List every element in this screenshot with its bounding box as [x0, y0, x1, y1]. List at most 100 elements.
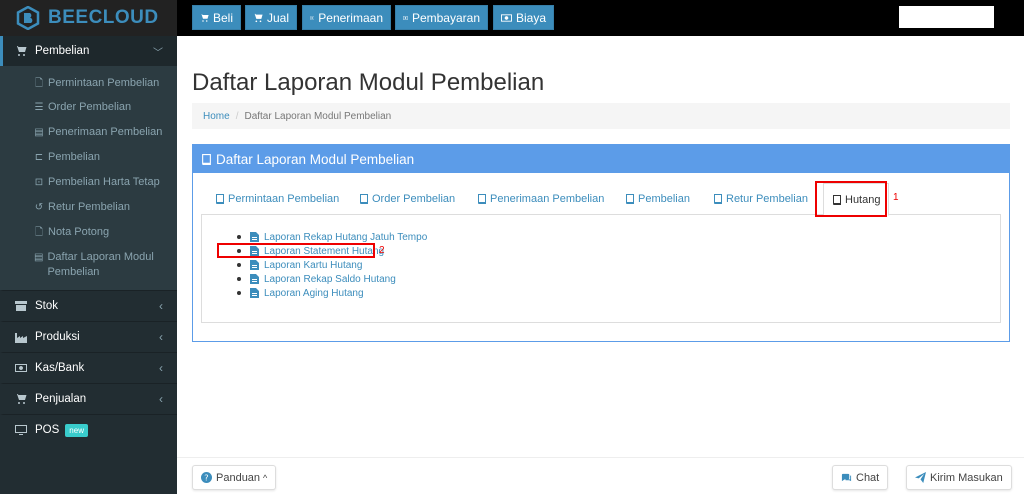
report-link-rekap-saldo[interactable]: Laporan Rekap Saldo Hutang — [237, 272, 427, 286]
list-icon: ☰ — [34, 102, 44, 113]
sidebar: Pembelian ﹀ 🗋 Permintaan Pembelian ☰ Order… — [0, 36, 177, 494]
report-link-kartu-hutang[interactable]: Laporan Kartu Hutang — [237, 258, 427, 272]
sidebar-item-stok[interactable]: Stok ‹ — [0, 290, 177, 321]
document-icon — [250, 288, 259, 298]
cart-icon — [15, 46, 27, 56]
industry-icon — [15, 333, 27, 343]
tab-pembelian[interactable]: Pembelian — [625, 193, 690, 205]
new-badge: new — [65, 423, 88, 437]
chevron-left-icon: ‹ — [159, 330, 163, 344]
money-icon — [403, 15, 408, 20]
sidebar-subitem-label: Penerimaan Pembelian — [48, 126, 163, 138]
chevron-left-icon: ‹ — [159, 299, 163, 313]
sidebar-item-kasbank[interactable]: Kas/Bank ‹ — [0, 352, 177, 383]
sidebar-subitem-pembelian[interactable]: ⊏ Pembelian — [0, 142, 177, 167]
report-link-rekap-jatuh-tempo[interactable]: Laporan Rekap Hutang Jatuh Tempo — [237, 230, 427, 244]
sidebar-item-pembelian[interactable]: Pembelian ﹀ — [0, 36, 177, 66]
car-icon: ⊡ — [34, 177, 44, 188]
sidebar-item-label: Stok — [35, 300, 59, 312]
sidebar-item-label: Penjualan — [35, 393, 87, 405]
chevron-left-icon: ‹ — [159, 361, 163, 375]
sidebar-item-produksi[interactable]: Produksi ‹ — [0, 321, 177, 352]
breadcrumb: Home / Daftar Laporan Modul Pembelian — [192, 103, 1010, 129]
tab-penerimaan-pembelian[interactable]: Penerimaan Pembelian — [477, 193, 604, 205]
money-icon — [15, 364, 27, 372]
panduan-button[interactable]: ? Panduan ^ — [192, 465, 277, 490]
cart-icon — [200, 13, 209, 22]
report-link-aging-hutang[interactable]: Laporan Aging Hutang — [237, 286, 427, 300]
tab-content-hutang: Laporan Rekap Hutang Jatuh Tempo Laporan… — [201, 215, 1001, 323]
breadcrumb-separator: / — [235, 110, 239, 122]
panduan-label: Panduan — [216, 471, 261, 484]
user-box[interactable] — [899, 6, 994, 28]
sidebar-subitem-label: Order Pembelian — [48, 101, 132, 113]
bullet — [237, 291, 241, 295]
highlight-box-statement — [217, 243, 375, 258]
document-icon — [250, 260, 259, 270]
chat-button[interactable]: Chat — [832, 465, 889, 490]
report-link-label: Laporan Kartu Hutang — [264, 259, 363, 271]
tab-label: Pembelian — [638, 193, 690, 205]
nav-biaya-label: Biaya — [515, 10, 546, 25]
nav-beli-button[interactable]: Beli — [192, 5, 241, 30]
sidebar-subitem-label: Daftar Laporan Modul Pembelian — [47, 251, 154, 278]
chevron-left-icon: ‹ — [159, 392, 163, 406]
sidebar-item-label: Kas/Bank — [35, 362, 85, 374]
annotation-number-1: 1 — [893, 192, 899, 203]
nav-penerimaan-label: Penerimaan — [318, 10, 383, 25]
file-icon: 🗋 — [34, 227, 44, 238]
sidebar-subitem-permintaan[interactable]: 🗋 Permintaan Pembelian — [0, 66, 177, 97]
nav-penerimaan-button[interactable]: Penerimaan — [302, 5, 391, 30]
report-list: Laporan Rekap Hutang Jatuh Tempo Laporan… — [237, 230, 427, 300]
bullet — [237, 277, 241, 281]
report-link-label: Laporan Rekap Hutang Jatuh Tempo — [264, 231, 428, 243]
sidebar-subitem-retur[interactable]: ↺ Retur Pembelian — [0, 192, 177, 217]
cart-icon: ⊏ — [34, 152, 44, 163]
sidebar-item-label: Produksi — [35, 331, 80, 343]
tab-label: Penerimaan Pembelian — [490, 193, 605, 205]
book-icon — [202, 153, 211, 165]
nav-pembayaran-label: Pembayaran — [411, 10, 480, 25]
beecloud-logo-icon — [16, 6, 40, 30]
paper-plane-icon — [915, 472, 926, 483]
sidebar-subitem-label: Pembelian — [48, 151, 100, 163]
brand-name: BEECLOUD — [48, 7, 159, 28]
document-icon — [250, 274, 259, 284]
sidebar-subitem-nota-potong[interactable]: 🗋 Nota Potong — [0, 217, 177, 242]
footer-bar: ? Panduan ^ Chat Kirim Masukan — [177, 457, 1024, 494]
tab-label: Order Pembelian — [372, 193, 456, 205]
brand-logo[interactable]: BEECLOUD — [0, 0, 177, 36]
bullet — [237, 263, 241, 267]
money-icon — [501, 13, 512, 22]
sidebar-subitem-penerimaan[interactable]: ▤ Penerimaan Pembelian — [0, 117, 177, 142]
question-circle-icon: ? — [201, 472, 212, 483]
top-navbar: BEECLOUD Beli Jual Penerimaan Pembayaran… — [0, 0, 1024, 36]
tab-order-pembelian[interactable]: Order Pembelian — [359, 193, 455, 205]
sidebar-subitem-harta-tetap[interactable]: ⊡ Pembelian Harta Tetap — [0, 167, 177, 192]
book-icon — [714, 194, 722, 204]
svg-text:?: ? — [204, 472, 208, 482]
highlight-box-hutang — [815, 181, 887, 217]
money-icon — [310, 16, 315, 19]
sidebar-subitem-order[interactable]: ☰ Order Pembelian — [0, 97, 177, 117]
panel-header: Daftar Laporan Modul Pembelian — [193, 145, 1009, 173]
sidebar-item-pos[interactable]: POS new — [0, 414, 177, 445]
breadcrumb-home-link[interactable]: Home — [203, 111, 230, 122]
nav-jual-label: Jual — [266, 10, 289, 25]
tab-permintaan-pembelian[interactable]: Permintaan Pembelian — [215, 193, 339, 205]
tab-retur-pembelian[interactable]: Retur Pembelian — [713, 193, 808, 205]
nav-biaya-button[interactable]: Biaya — [493, 5, 554, 30]
kirim-masukan-button[interactable]: Kirim Masukan — [906, 465, 1012, 490]
nav-pembayaran-button[interactable]: Pembayaran — [395, 5, 488, 30]
book-icon: ▤ — [34, 252, 44, 263]
cart-icon — [253, 13, 263, 22]
nav-jual-button[interactable]: Jual — [245, 5, 297, 30]
breadcrumb-current: Daftar Laporan Modul Pembelian — [244, 110, 392, 122]
cart-icon — [15, 394, 27, 404]
sidebar-subitem-daftar-laporan[interactable]: ▤ Daftar Laporan Modul Pembelian — [0, 242, 165, 290]
sidebar-item-penjualan[interactable]: Penjualan ‹ — [0, 383, 177, 414]
book-icon — [216, 194, 224, 204]
panel-title: Daftar Laporan Modul Pembelian — [216, 151, 415, 167]
sidebar-item-label: POS — [35, 424, 60, 436]
monitor-icon — [15, 425, 27, 435]
